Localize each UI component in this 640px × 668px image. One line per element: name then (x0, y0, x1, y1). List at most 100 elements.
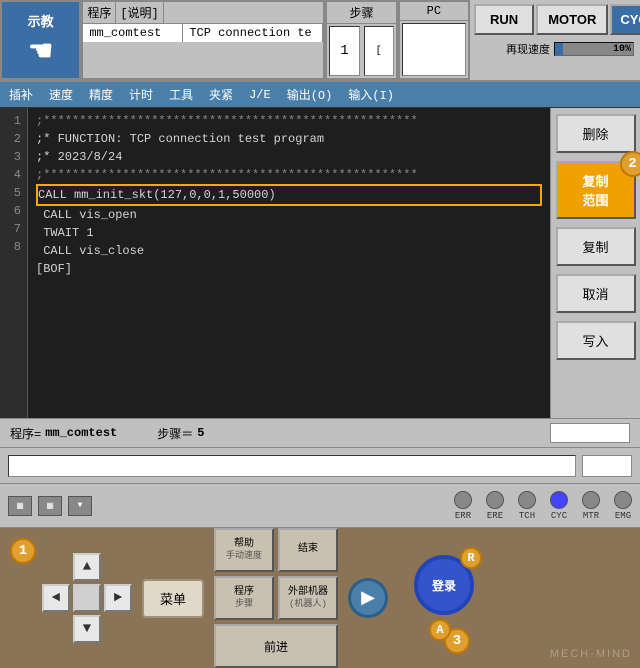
err-label: ERR (455, 511, 471, 521)
menu-item-7[interactable]: 输出(O) (284, 85, 336, 104)
pc-section: PC (398, 0, 470, 80)
program-label: 程序 (83, 2, 116, 23)
line-numbers: 1 2 3 4 5 6 7 8 (0, 108, 28, 418)
menu-item-2[interactable]: 精度 (86, 85, 116, 104)
status-bar: 程序= mm_comtest 步骤＝ 5 (0, 418, 640, 448)
menu-button[interactable]: 菜单 (142, 579, 204, 618)
speed-value: 10% (613, 44, 631, 55)
program-section: 程序 [说明] mm_comtest TCP connection te (81, 0, 325, 80)
dpad-left-button[interactable]: ◄ (42, 584, 70, 612)
menu-item-1[interactable]: 速度 (46, 85, 76, 104)
input-bar (0, 448, 640, 484)
program-status-label: 程序= (10, 425, 41, 442)
ind-icon-3: ▼ (68, 496, 92, 516)
right-sidebar: 删除 复制 范围 2 复制 取消 写入 (550, 108, 640, 418)
help-button[interactable]: 帮助 手动速度 (214, 528, 274, 572)
dpad-down-button[interactable]: ▼ (73, 615, 101, 643)
dpad-right-button[interactable]: ► (104, 584, 132, 612)
badge-1: 1 (10, 538, 36, 564)
speed-label: 再现速度 (506, 41, 550, 57)
ind-icon-1: ▦ (8, 496, 32, 516)
watermark: MECH-MIND (550, 648, 632, 660)
status-indicators: ERR ERE TCH CYC MTR EMG (454, 491, 632, 521)
pc-label: PC (400, 2, 468, 21)
cancel-button[interactable]: 取消 (556, 274, 636, 313)
ext-machine-line1: 外部机器 (288, 587, 328, 599)
description-value: TCP connection te (183, 24, 323, 42)
menu-item-6[interactable]: J/E (246, 87, 274, 103)
code-line-3: ;* 2023/8/24 (36, 148, 542, 166)
speed-row: 再现速度 10% (470, 39, 640, 59)
code-line-5[interactable]: CALL mm_init_skt(127,0,0,1,50000) (36, 184, 542, 206)
emg-circle (614, 491, 632, 509)
status-input-box[interactable] (550, 423, 630, 443)
mtr-indicator: MTR (582, 491, 600, 521)
input-confirm-button[interactable] (582, 455, 632, 477)
end-label: 结束 (298, 544, 318, 556)
write-button[interactable]: 写入 (556, 321, 636, 360)
external-machine-button[interactable]: 外部机器 (机器人) (278, 576, 338, 620)
menu-item-8[interactable]: 输入(I) (345, 85, 397, 104)
play-area: ▶ (348, 578, 388, 618)
prog-step-line1: 程序 (234, 587, 254, 599)
badge-r: R (460, 547, 482, 569)
mtr-label: MTR (583, 511, 599, 521)
play-button[interactable]: ▶ (348, 578, 388, 618)
step-section: 步骤 1 [ (325, 0, 397, 80)
end-button[interactable]: 结束 (278, 528, 338, 572)
menu-item-5[interactable]: 夹紧 (206, 85, 236, 104)
help-label-line1: 帮助 (234, 539, 254, 551)
err-indicator: ERR (454, 491, 472, 521)
code-line-6: CALL vis_open (36, 206, 542, 224)
prog-step-line2: 步骤 (235, 599, 253, 610)
demo-label: 示教 (28, 11, 54, 30)
step-label: 步骤 (327, 2, 395, 24)
step-value: 1 (329, 26, 359, 76)
code-line-8: CALL vis_close (36, 242, 542, 260)
emg-label: EMG (615, 511, 631, 521)
badge-a: A (429, 619, 451, 641)
dpad-center (73, 584, 101, 612)
cyc-indicator: CYC (550, 491, 568, 521)
program-step-button[interactable]: 程序 步骤 (214, 576, 274, 620)
step-bracket: [ (364, 26, 394, 76)
delete-button[interactable]: 删除 (556, 114, 636, 153)
login-area: R 登录 A (406, 555, 474, 641)
program-status-value: mm_comtest (45, 426, 117, 440)
menu-item-0[interactable]: 插补 (6, 85, 36, 104)
motor-button[interactable]: MOTOR (536, 4, 608, 35)
dpad-container: ▲ ▼ ◄ ► (42, 553, 132, 643)
menu-bar: 插补 速度 精度 计时 工具 夹紧 J/E 输出(O) 输入(I) (0, 82, 640, 108)
menu-item-4[interactable]: 工具 (166, 85, 196, 104)
forward-button[interactable]: 前进 (214, 624, 338, 668)
cyc-label: CYC (551, 511, 567, 521)
tch-circle (518, 491, 536, 509)
control-panel: 1 ▲ ▼ ◄ ► 菜单 帮助 手动速度 结束 程序 步骤 外部机器 (机器人)… (0, 528, 640, 668)
speed-bar-container[interactable]: 10% (554, 42, 634, 56)
run-button[interactable]: RUN (474, 4, 534, 35)
code-area[interactable]: ;***************************************… (28, 108, 550, 418)
command-input[interactable] (8, 455, 576, 477)
indicator-bar: ▦ ▦ ▼ ERR ERE TCH CYC MTR EMG (0, 484, 640, 528)
indicator-icons: ▦ ▦ ▼ (8, 496, 92, 516)
tch-label: TCH (519, 511, 535, 521)
code-line-7: TWAIT 1 (36, 224, 542, 242)
ere-label: ERE (487, 511, 503, 521)
step-status-value: 5 (197, 426, 204, 440)
ext-machine-line2: (机器人) (289, 599, 327, 610)
top-buttons-row: RUN MOTOR CYCLE (470, 0, 640, 39)
dpad-up-button[interactable]: ▲ (73, 553, 101, 581)
program-header: 程序 [说明] (83, 2, 323, 24)
help-label-line2: 手动速度 (226, 551, 262, 562)
tch-indicator: TCH (518, 491, 536, 521)
err-circle (454, 491, 472, 509)
control-grid: 帮助 手动速度 结束 程序 步骤 外部机器 (机器人) 前进 (214, 528, 338, 668)
menu-item-3[interactable]: 计时 (126, 85, 156, 104)
right-buttons: RUN MOTOR CYCLE 再现速度 10% (470, 0, 640, 80)
hand-icon: ☚ (28, 34, 53, 69)
emg-indicator: EMG (614, 491, 632, 521)
copy-button[interactable]: 复制 (556, 227, 636, 266)
editor-container: 1 2 3 4 5 6 7 8 ;***********************… (0, 108, 640, 418)
ere-indicator: ERE (486, 491, 504, 521)
cycle-button[interactable]: CYCLE (610, 4, 640, 35)
